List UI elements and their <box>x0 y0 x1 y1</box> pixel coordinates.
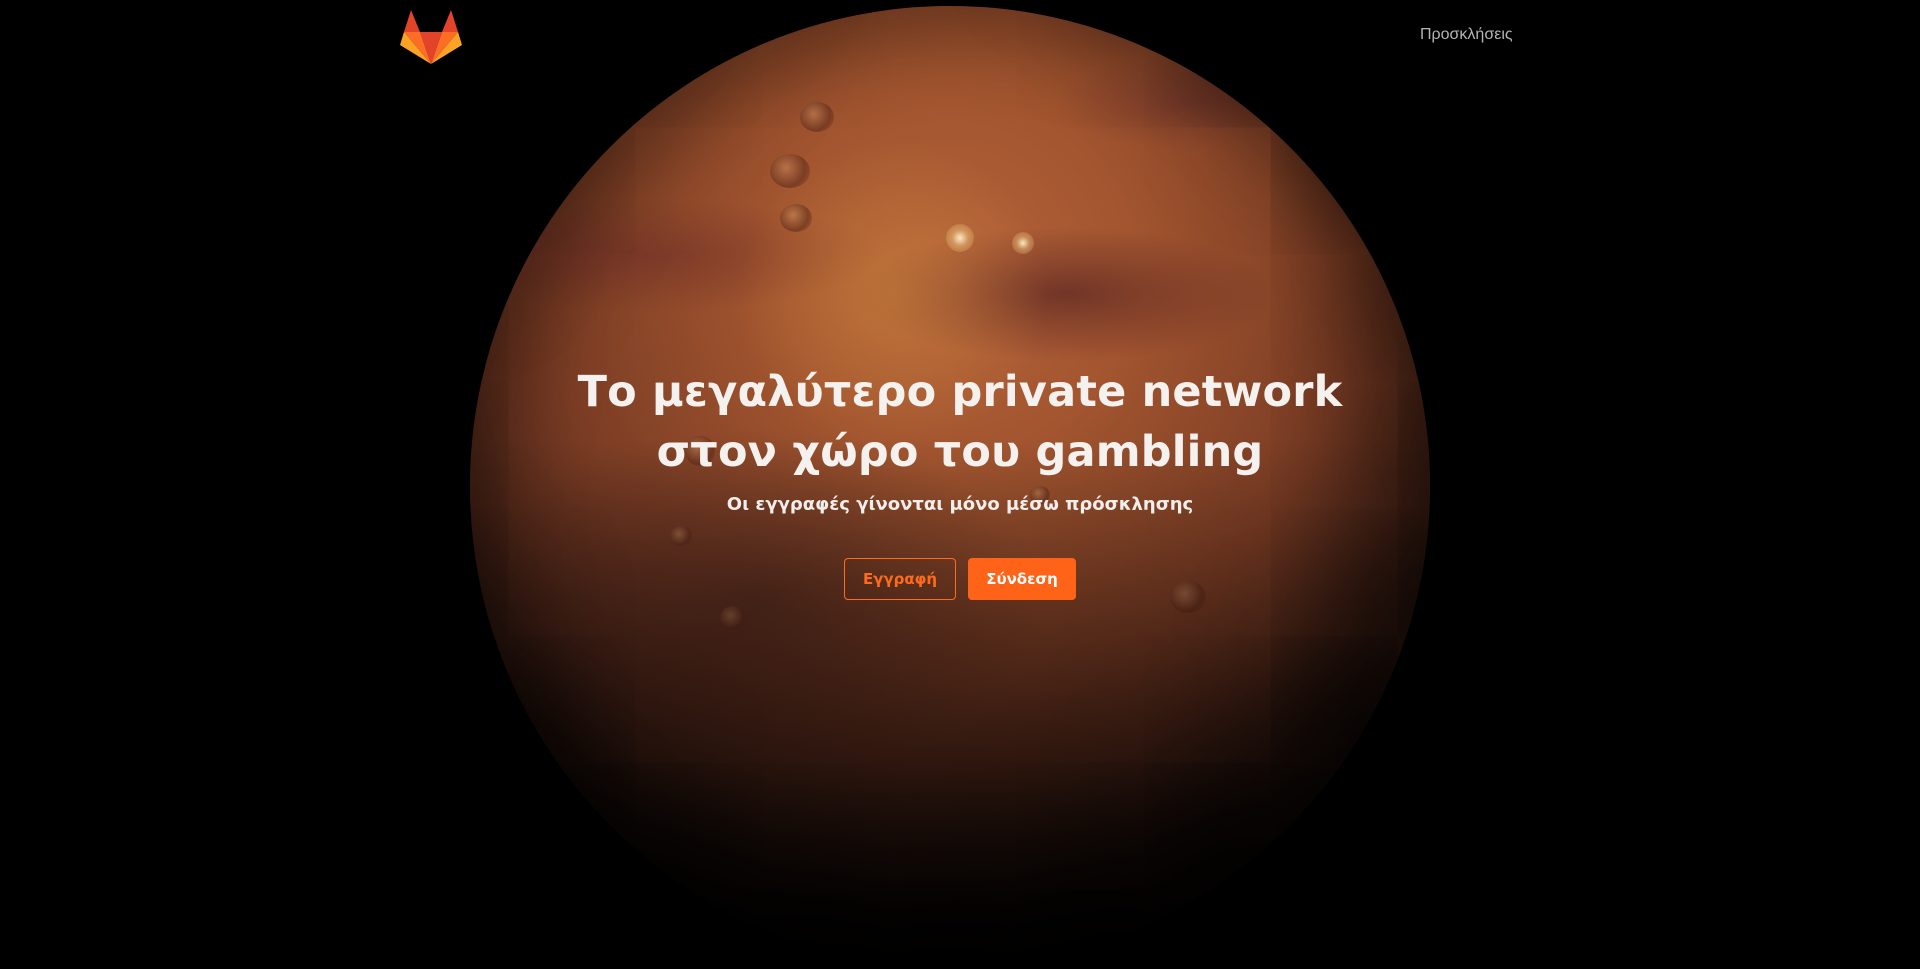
planet-crater <box>780 204 812 232</box>
landing-page: Προσκλήσεις Το μεγαλύτερο private networ… <box>0 0 1920 969</box>
hero-title-line-1: Το μεγαλύτερο private network <box>577 367 1343 417</box>
planet-highlight <box>1012 232 1034 254</box>
nav-invitations-link[interactable]: Προσκλήσεις <box>1420 26 1513 44</box>
planet-highlight <box>946 224 974 252</box>
planet-crater <box>670 526 692 546</box>
login-button[interactable]: Σύνδεση <box>968 558 1076 600</box>
hero-subtitle: Οι εγγραφές γίνονται μόνο μέσω πρόσκληση… <box>726 494 1194 515</box>
gitlab-fox-logo-icon[interactable] <box>400 8 462 66</box>
hero-title-line-2: στον χώρο του gambling <box>656 427 1264 477</box>
hero-title: Το μεγαλύτερο private network στον χώρο … <box>0 362 1920 482</box>
planet-crater <box>770 154 810 188</box>
hero-section: Το μεγαλύτερο private network στον χώρο … <box>0 362 1920 515</box>
planet-crater <box>720 606 746 630</box>
hero-actions: Εγγραφή Σύνδεση <box>0 558 1920 600</box>
register-button[interactable]: Εγγραφή <box>844 558 956 600</box>
planet-crater <box>800 102 834 132</box>
